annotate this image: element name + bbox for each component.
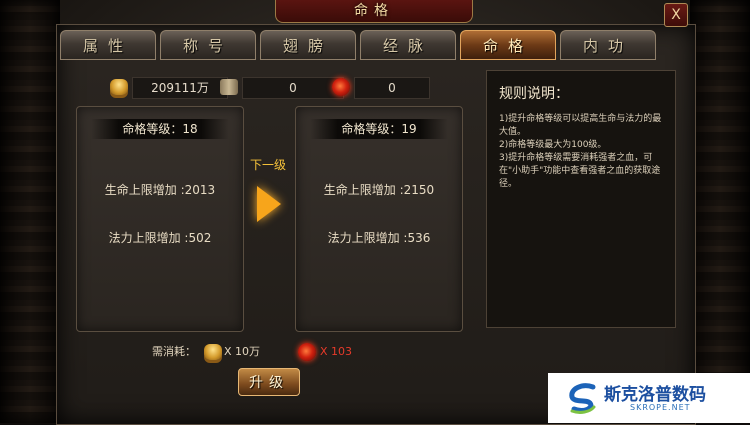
rule-line: 1)提升命格等级可以提高生命与法力的最大值。	[499, 114, 662, 137]
game-window: 命格 X 属性 称号 翅膀 经脉 命格 内功 209111万 0 0 命格等级：…	[0, 0, 750, 425]
rules-title: 规则说明：	[499, 86, 569, 102]
next-level-panel: 命格等级：19 生命上限增加 :2150 法力上限增加 :536	[295, 106, 463, 332]
watermark-subtitle: SKROPE.NET	[630, 403, 691, 412]
cost-label: 需消耗：	[152, 345, 196, 358]
current-level-panel: 命格等级：18 生命上限增加 :2013 法力上限增加 :502	[76, 106, 244, 332]
tab-attributes[interactable]: 属性	[60, 30, 156, 60]
bound-gold-amount: 0	[242, 77, 344, 99]
cost-blood-amount: X 103	[320, 345, 353, 358]
gold-coin-icon	[204, 344, 222, 360]
tab-meridians[interactable]: 经脉	[360, 30, 456, 60]
tab-titles[interactable]: 称号	[160, 30, 256, 60]
gold-coin-icon	[110, 79, 128, 95]
rules-panel: 规则说明： 1)提升命格等级可以提高生命与法力的最大值。 2)命格等级最大为10…	[486, 70, 676, 328]
next-mp-bonus: 法力上限增加 :536	[327, 231, 431, 245]
blood-essence-icon	[332, 78, 350, 96]
current-hp-bonus: 生命上限增加 :2013	[104, 183, 216, 197]
upgrade-button[interactable]: 升级	[238, 368, 300, 396]
tab-wings[interactable]: 翅膀	[260, 30, 356, 60]
tab-inner-power[interactable]: 内功	[560, 30, 656, 60]
next-hp-bonus: 生命上限增加 :2150	[323, 183, 435, 197]
bound-gold-icon	[220, 79, 238, 95]
next-level-heading: 命格等级：19	[310, 119, 448, 139]
right-pillar-decoration	[690, 0, 750, 423]
close-button[interactable]: X	[664, 3, 688, 27]
arrow-right-icon	[257, 186, 281, 222]
rule-line: 3)提升命格等级需要消耗强者之血，可在"小助手"功能中查看强者之血的获取途径。	[499, 153, 661, 189]
rule-line: 2)命格等级最大为100级。	[499, 140, 607, 150]
tab-fate[interactable]: 命格	[460, 30, 556, 60]
next-level-label: 下一级	[249, 158, 286, 172]
cost-gold-amount: X 10万	[224, 345, 261, 358]
current-mp-bonus: 法力上限增加 :502	[108, 231, 212, 245]
watermark-title: 斯克洛普数码	[604, 385, 706, 405]
watermark-logo-icon	[569, 383, 596, 414]
gold-amount: 209111万	[132, 77, 228, 99]
left-pillar-decoration	[0, 0, 60, 423]
site-watermark: 斯克洛普数码 SKROPE.NET	[548, 373, 750, 423]
blood-amount: 0	[354, 77, 430, 99]
current-level-heading: 命格等级：18	[91, 119, 229, 139]
blood-essence-icon	[298, 343, 316, 361]
window-title: 命格	[275, 0, 473, 23]
